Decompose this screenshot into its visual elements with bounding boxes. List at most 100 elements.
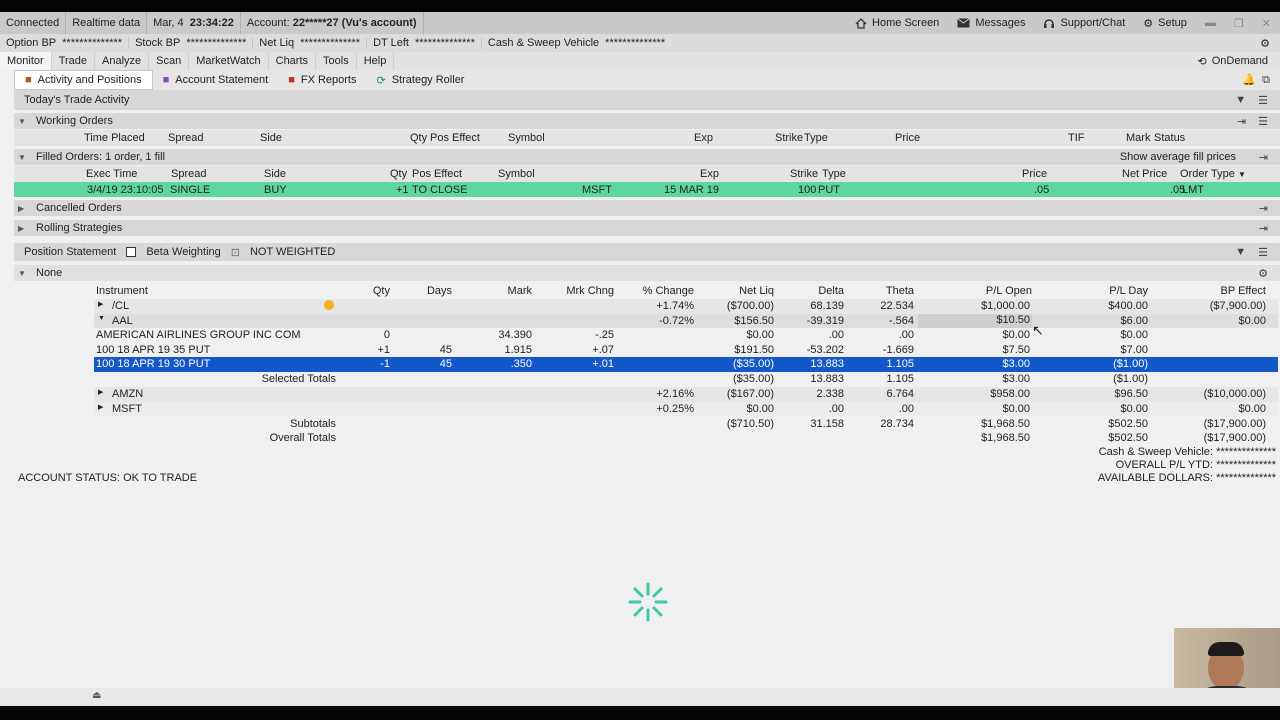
menu-marketwatch[interactable]: MarketWatch <box>189 52 269 70</box>
collapse-panel-icon[interactable]: ⏏ <box>92 690 101 701</box>
col-pos-effect[interactable]: Pos Effect <box>412 168 462 180</box>
tab-strategy-roller[interactable]: ⟳ Strategy Roller <box>367 70 475 90</box>
menu-scan[interactable]: Scan <box>149 52 190 70</box>
col-price[interactable]: Price <box>1022 168 1047 180</box>
col-time-placed[interactable]: Time Placed <box>84 132 145 144</box>
col-pos-effect[interactable]: Pos Effect <box>430 132 480 144</box>
menu-charts[interactable]: Charts <box>269 52 317 70</box>
col-spread[interactable]: Spread <box>168 132 203 144</box>
menu-analyze[interactable]: Analyze <box>95 52 150 70</box>
col-symbol[interactable]: Symbol <box>498 168 535 180</box>
support-chat-button[interactable]: Support/Chat <box>1034 12 1134 34</box>
col-symbol[interactable]: Symbol <box>508 132 545 144</box>
col-bp-effect[interactable]: BP Effect <box>1156 285 1266 297</box>
expand-icon[interactable]: ⇥ <box>1259 151 1268 164</box>
col-spread[interactable]: Spread <box>171 168 206 180</box>
col-net-price[interactable]: Net Price <box>1122 168 1167 180</box>
expand-icon[interactable]: ⇥ <box>1259 222 1268 235</box>
position-instrument[interactable]: AMERICAN AIRLINES GROUP INC COM <box>96 329 301 341</box>
account-selector[interactable]: Account: 22*****27 (Vu's account) <box>241 12 424 34</box>
position-instrument[interactable]: 100 18 APR 19 30 PUT <box>96 358 210 370</box>
expand-arrow-icon[interactable]: ▶ <box>98 388 103 396</box>
working-orders-header[interactable]: ▼ Working Orders ⇥ ☰ <box>14 113 1280 129</box>
col-exec-time[interactable]: Exec Time <box>86 168 137 180</box>
cancelled-orders-header[interactable]: ▶ Cancelled Orders ⇥ <box>14 200 1280 216</box>
col-type[interactable]: Type <box>822 168 846 180</box>
collapse-arrow-icon[interactable]: ▼ <box>98 315 105 322</box>
col-pct-change[interactable]: % Change <box>620 285 694 297</box>
col-exp[interactable]: Exp <box>694 132 713 144</box>
col-mark[interactable]: Mark <box>460 285 532 297</box>
expand-arrow-icon[interactable]: ▶ <box>98 403 103 411</box>
position-symbol[interactable]: AMZN <box>112 388 143 400</box>
menu-monitor[interactable]: Monitor <box>0 52 52 70</box>
col-pl-open[interactable]: P/L Open <box>920 285 1032 297</box>
col-mark[interactable]: Mark <box>1126 132 1150 144</box>
rolling-strategies-header[interactable]: ▶ Rolling Strategies ⇥ <box>14 220 1280 236</box>
dropdown-arrow-icon[interactable]: ▼ <box>1238 170 1246 179</box>
weighting-value[interactable]: NOT WEIGHTED <box>250 246 335 258</box>
menu-icon[interactable]: ☰ <box>1258 115 1268 128</box>
col-theta[interactable]: Theta <box>850 285 914 297</box>
col-strike[interactable]: Strike <box>790 168 818 180</box>
show-average-fill-prices-link[interactable]: Show average fill prices <box>1120 151 1236 163</box>
tab-account-statement[interactable]: ■ Account Statement <box>153 70 279 90</box>
gear-icon[interactable]: ⚙ <box>1258 267 1268 280</box>
col-status[interactable]: Status <box>1154 132 1185 144</box>
menu-icon[interactable]: ☰ <box>1258 94 1268 107</box>
collapse-arrow-icon[interactable]: ▼ <box>18 153 30 162</box>
col-exp[interactable]: Exp <box>700 168 719 180</box>
position-symbol[interactable]: /CL <box>112 300 129 312</box>
expand-arrow-icon[interactable]: ▶ <box>98 300 103 308</box>
collapse-arrow-icon[interactable]: ▼ <box>18 117 30 126</box>
col-delta[interactable]: Delta <box>780 285 844 297</box>
filled-orders-header[interactable]: ▼ Filled Orders: 1 order, 1 fill Show av… <box>14 149 1280 165</box>
expand-icon[interactable]: ⇥ <box>1259 202 1268 215</box>
group-none-header[interactable]: ▼ None ⚙ <box>14 265 1280 281</box>
minimize-button[interactable]: ▬ <box>1196 12 1225 34</box>
col-net-liq[interactable]: Net Liq <box>700 285 774 297</box>
tab-fx-reports[interactable]: ■ FX Reports <box>278 70 366 90</box>
expand-arrow-icon[interactable]: ▶ <box>18 224 30 233</box>
col-order-type[interactable]: Order Type <box>1180 168 1235 180</box>
messages-button[interactable]: Messages <box>948 12 1034 34</box>
col-days[interactable]: Days <box>400 285 452 297</box>
chevron-down-icon[interactable]: ▼ <box>1235 246 1246 258</box>
position-instrument[interactable]: 100 18 APR 19 35 PUT <box>96 344 210 356</box>
expand-icon[interactable]: ⇥ <box>1237 115 1246 128</box>
maximize-button[interactable]: ❐ <box>1225 12 1253 34</box>
ondemand-button[interactable]: ⟲ OnDemand <box>1198 55 1280 68</box>
menu-help[interactable]: Help <box>357 52 395 70</box>
home-screen-button[interactable]: Home Screen <box>846 12 948 34</box>
position-symbol[interactable]: AAL <box>112 315 133 327</box>
tab-activity-positions[interactable]: ■ Activity and Positions <box>14 70 153 90</box>
expand-arrow-icon[interactable]: ▶ <box>18 204 30 213</box>
col-tif[interactable]: TIF <box>1068 132 1085 144</box>
menu-icon[interactable]: ☰ <box>1258 246 1268 259</box>
setup-button[interactable]: ⚙ Setup <box>1134 12 1196 34</box>
col-instrument[interactable]: Instrument <box>96 285 148 297</box>
col-side[interactable]: Side <box>264 168 286 180</box>
beta-weighting-checkbox[interactable] <box>126 247 137 257</box>
col-side[interactable]: Side <box>260 132 282 144</box>
filled-order-row[interactable]: 3/4/19 23:10:05 SINGLE BUY +1 TO CLOSE M… <box>14 182 1280 197</box>
col-strike[interactable]: Strike <box>775 132 803 144</box>
bell-icon[interactable]: 🔔 <box>1242 74 1256 86</box>
position-symbol[interactable]: MSFT <box>112 403 142 415</box>
menu-tools[interactable]: Tools <box>316 52 357 70</box>
collapse-arrow-icon[interactable]: ▼ <box>18 269 30 278</box>
close-button[interactable]: ✕ <box>1253 12 1280 34</box>
col-qty[interactable]: Qty <box>410 132 427 144</box>
col-mrk-chng[interactable]: Mrk Chng <box>540 285 614 297</box>
balances-gear-icon[interactable]: ⚙ <box>1260 37 1280 50</box>
detach-icon[interactable]: ⧉ <box>1262 74 1270 86</box>
col-qty[interactable]: Qty <box>390 168 407 180</box>
col-price[interactable]: Price <box>895 132 920 144</box>
col-pl-day[interactable]: P/L Day <box>1040 285 1148 297</box>
menu-trade[interactable]: Trade <box>52 52 96 70</box>
info-icon[interactable]: ⊡ <box>231 246 240 259</box>
chevron-down-icon[interactable]: ▼ <box>1235 94 1246 106</box>
col-type[interactable]: Type <box>804 132 828 144</box>
time-text: 23:34:22 <box>189 17 234 29</box>
col-qty[interactable]: Qty <box>340 285 390 297</box>
